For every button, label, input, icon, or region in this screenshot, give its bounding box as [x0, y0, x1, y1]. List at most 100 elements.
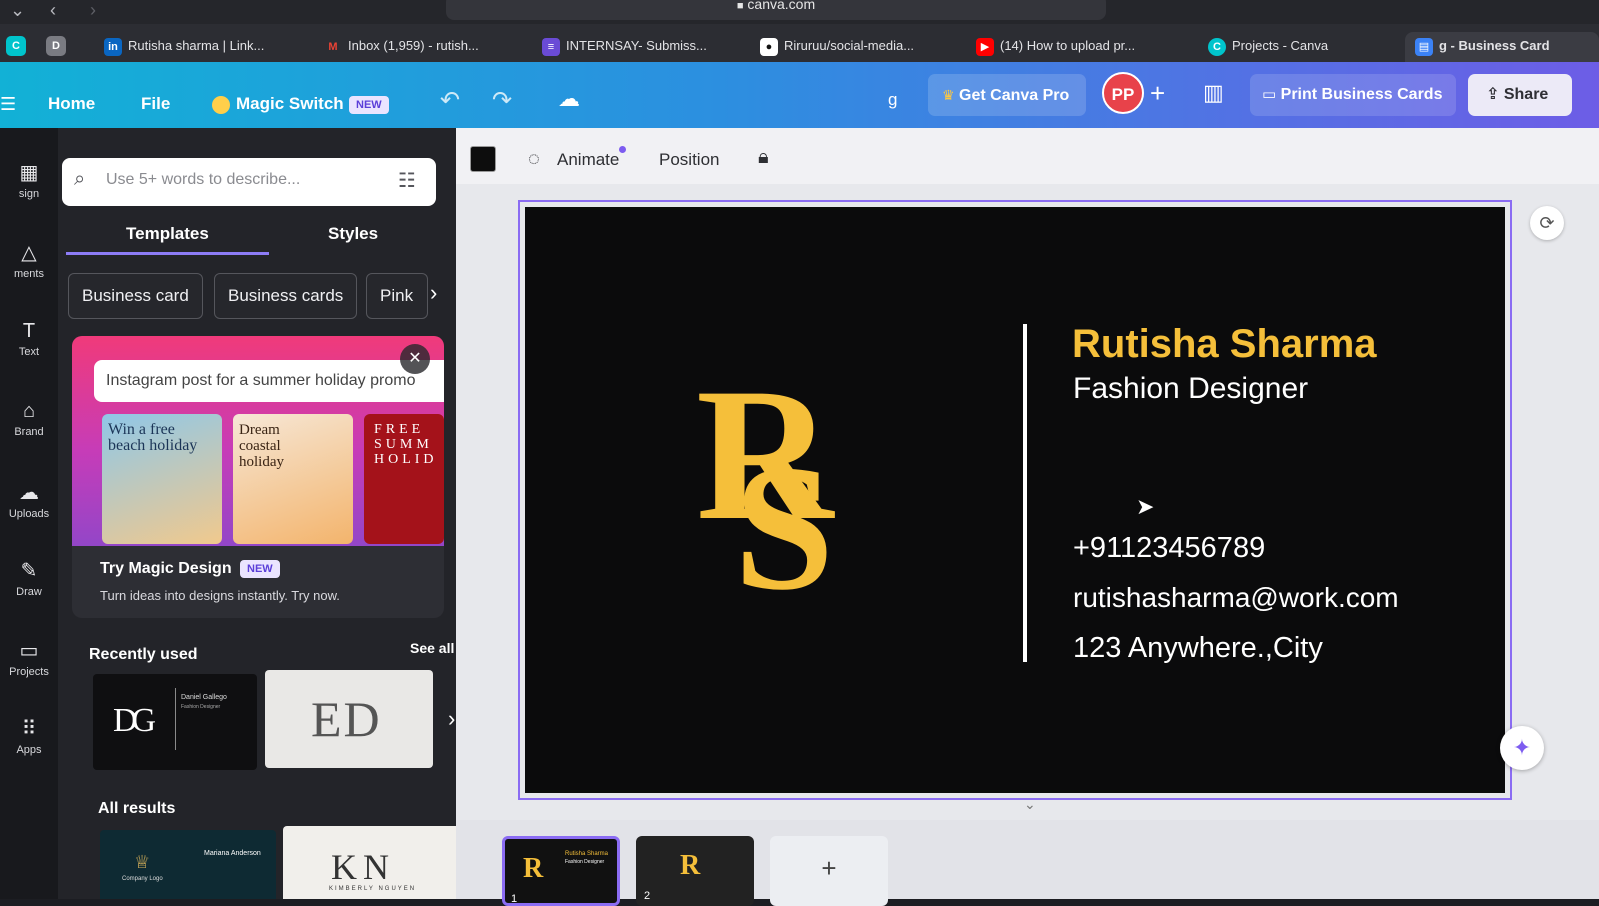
lock-icon[interactable]: 🔒︎ [758, 146, 769, 169]
youtube-icon: ▶ [976, 37, 994, 56]
forward-arrow-icon[interactable]: › [90, 0, 96, 20]
analytics-icon[interactable]: ▥ [1203, 80, 1224, 106]
card-address[interactable]: 123 Anywhere.,City [1073, 632, 1323, 665]
design-icon: ▦ [19, 162, 39, 184]
avatar[interactable]: PP [1102, 72, 1144, 114]
tab-styles[interactable]: Styles [328, 224, 378, 244]
cloud-saved-icon[interactable]: ☁ [558, 86, 580, 112]
tab-linkedin[interactable]: in Rutisha sharma | Link... [104, 32, 284, 62]
menu-icon[interactable]: ☰ [0, 94, 16, 115]
chevron-down-icon[interactable]: ⌄ [10, 0, 25, 20]
animate-button[interactable]: Animate [557, 150, 619, 170]
template-thumb-free-summer: FREE SUMM HOLID [364, 414, 444, 544]
rail-item-projects[interactable]: ▭ Projects [0, 638, 58, 678]
lock-icon: ■ [736, 0, 744, 12]
new-badge: NEW [349, 96, 389, 114]
card-icon: ▭ [1262, 86, 1277, 103]
canva-doc-icon: ▤ [1415, 37, 1433, 56]
result-template-kimberly[interactable]: KN KIMBERLY NGUYEN [283, 826, 463, 899]
left-rail: ▦ sign △ ments T Text ⌂ Brand ☁ Uploads ✎ Draw… [0, 128, 58, 899]
add-collaborator-icon[interactable]: + [1150, 78, 1165, 109]
context-toolbar [456, 128, 1599, 184]
tab-youtube[interactable]: ▶ (14) How to upload pr... [976, 32, 1156, 62]
close-icon[interactable]: ✕ [400, 344, 430, 374]
animate-icon: ◌ [528, 148, 540, 170]
filter-icon[interactable]: ☷ [398, 168, 416, 193]
home-button[interactable]: Home [48, 94, 95, 114]
card-email[interactable]: rutishasharma@work.com [1073, 582, 1399, 614]
share-button[interactable]: ⇪ Share [1468, 74, 1572, 116]
page-thumb-1[interactable]: R Rutisha Sharma Fashion Designer 1 [502, 836, 620, 906]
tab-business-card[interactable]: ▤ g - Business Card [1405, 32, 1599, 62]
monogram-s: S [734, 428, 835, 627]
recent-next-icon[interactable]: › [448, 706, 455, 732]
browser-chrome: ⌄ ‹ › ■ canva.com [0, 0, 1599, 24]
rail-item-uploads[interactable]: ☁ Uploads [0, 480, 58, 520]
magic-switch-icon [212, 96, 230, 114]
tab-gmail[interactable]: M Inbox (1,959) - rutish... [324, 32, 504, 62]
get-canva-pro-button[interactable]: ♛ Get Canva Pro [928, 74, 1086, 116]
result-template-mariana[interactable]: ♕ Company Logo Mariana Anderson [100, 830, 276, 899]
monogram-logo[interactable]: R S [690, 360, 860, 620]
brand-icon: ⌂ [22, 400, 36, 422]
search-input[interactable] [106, 171, 376, 189]
tab-templates[interactable]: Templates [126, 224, 209, 244]
chip-business-card[interactable]: Business card [68, 273, 203, 319]
url-bar[interactable]: ■ canva.com [446, 0, 1106, 20]
recent-template-daniel[interactable]: DG Daniel Gallego Fashion Designer [93, 674, 257, 770]
back-arrow-icon[interactable]: ‹ [50, 0, 56, 20]
magic-new-badge: NEW [240, 560, 280, 578]
rail-item-draw[interactable]: ✎ Draw [0, 558, 58, 598]
tab-github[interactable]: ● Riruruu/social-media... [760, 32, 940, 62]
rail-item-brand[interactable]: ⌂ Brand [0, 400, 58, 438]
chip-pink[interactable]: Pink [366, 273, 428, 319]
page-thumb-1-monogram: R [523, 853, 544, 884]
github-icon: ● [760, 37, 778, 56]
magic-design-card[interactable]: Instagram post for a summer holiday prom… [72, 336, 444, 618]
uploads-icon: ☁ [19, 482, 39, 504]
page-thumb-2[interactable]: R 2 [636, 836, 754, 906]
active-tab-indicator [66, 252, 269, 255]
all-results-heading: All results [98, 800, 176, 817]
background-color-swatch[interactable] [470, 146, 496, 172]
magic-sparkle-icon[interactable]: ✦ [1500, 726, 1544, 770]
mouse-cursor-icon: ➤ [1136, 494, 1155, 519]
forms-icon: ≡ [542, 37, 560, 56]
gmail-icon: M [328, 40, 338, 53]
rail-item-text[interactable]: T Text [0, 320, 58, 358]
linkedin-icon: in [104, 37, 122, 56]
pinned-tab-d[interactable]: D [46, 36, 66, 56]
canva-icon: C [1208, 37, 1226, 56]
add-page-button[interactable]: + [770, 836, 888, 906]
undo-icon[interactable]: ↶ [440, 86, 460, 115]
card-title[interactable]: Fashion Designer [1073, 372, 1308, 406]
page-number-2: 2 [644, 890, 651, 902]
business-card-page[interactable] [525, 207, 1505, 793]
rail-item-design[interactable]: ▦ sign [0, 160, 58, 200]
magic-design-hero: Instagram post for a summer holiday prom… [72, 336, 444, 546]
rail-item-elements[interactable]: △ ments [0, 240, 58, 280]
chips-next-icon[interactable]: › [430, 280, 437, 306]
share-icon: ⇪ [1486, 86, 1500, 103]
card-phone[interactable]: +91123456789 [1073, 532, 1265, 565]
expand-pages-icon[interactable]: ⌄ [1024, 796, 1036, 813]
tab-internsay[interactable]: ≡ INTERNSAY- Submiss... [542, 32, 722, 62]
recent-template-ed[interactable]: ED [265, 670, 433, 768]
document-title[interactable]: g [888, 90, 897, 110]
print-business-cards-button[interactable]: ▭ Print Business Cards [1250, 74, 1456, 116]
position-button[interactable]: Position [659, 150, 719, 170]
chip-business-cards[interactable]: Business cards [214, 273, 358, 319]
vertical-divider[interactable] [1023, 324, 1027, 662]
tab-projects-canva[interactable]: C Projects - Canva [1208, 32, 1358, 62]
magic-switch-button[interactable]: Magic Switch [236, 94, 344, 114]
tab-bar: C D in Rutisha sharma | Link... M Inbox (1… [0, 24, 1599, 62]
rail-item-apps[interactable]: ⠿ Apps [0, 716, 58, 756]
animate-dot [619, 146, 626, 153]
see-all-link[interactable]: See all [410, 640, 454, 656]
draw-icon: ✎ [20, 560, 38, 582]
refresh-comment-icon[interactable]: ⟳ [1530, 206, 1564, 240]
card-name[interactable]: Rutisha Sharma [1072, 322, 1377, 367]
file-menu[interactable]: File [141, 94, 170, 114]
redo-icon[interactable]: ↷ [492, 86, 512, 115]
pinned-tab-canva[interactable]: C [6, 36, 26, 56]
